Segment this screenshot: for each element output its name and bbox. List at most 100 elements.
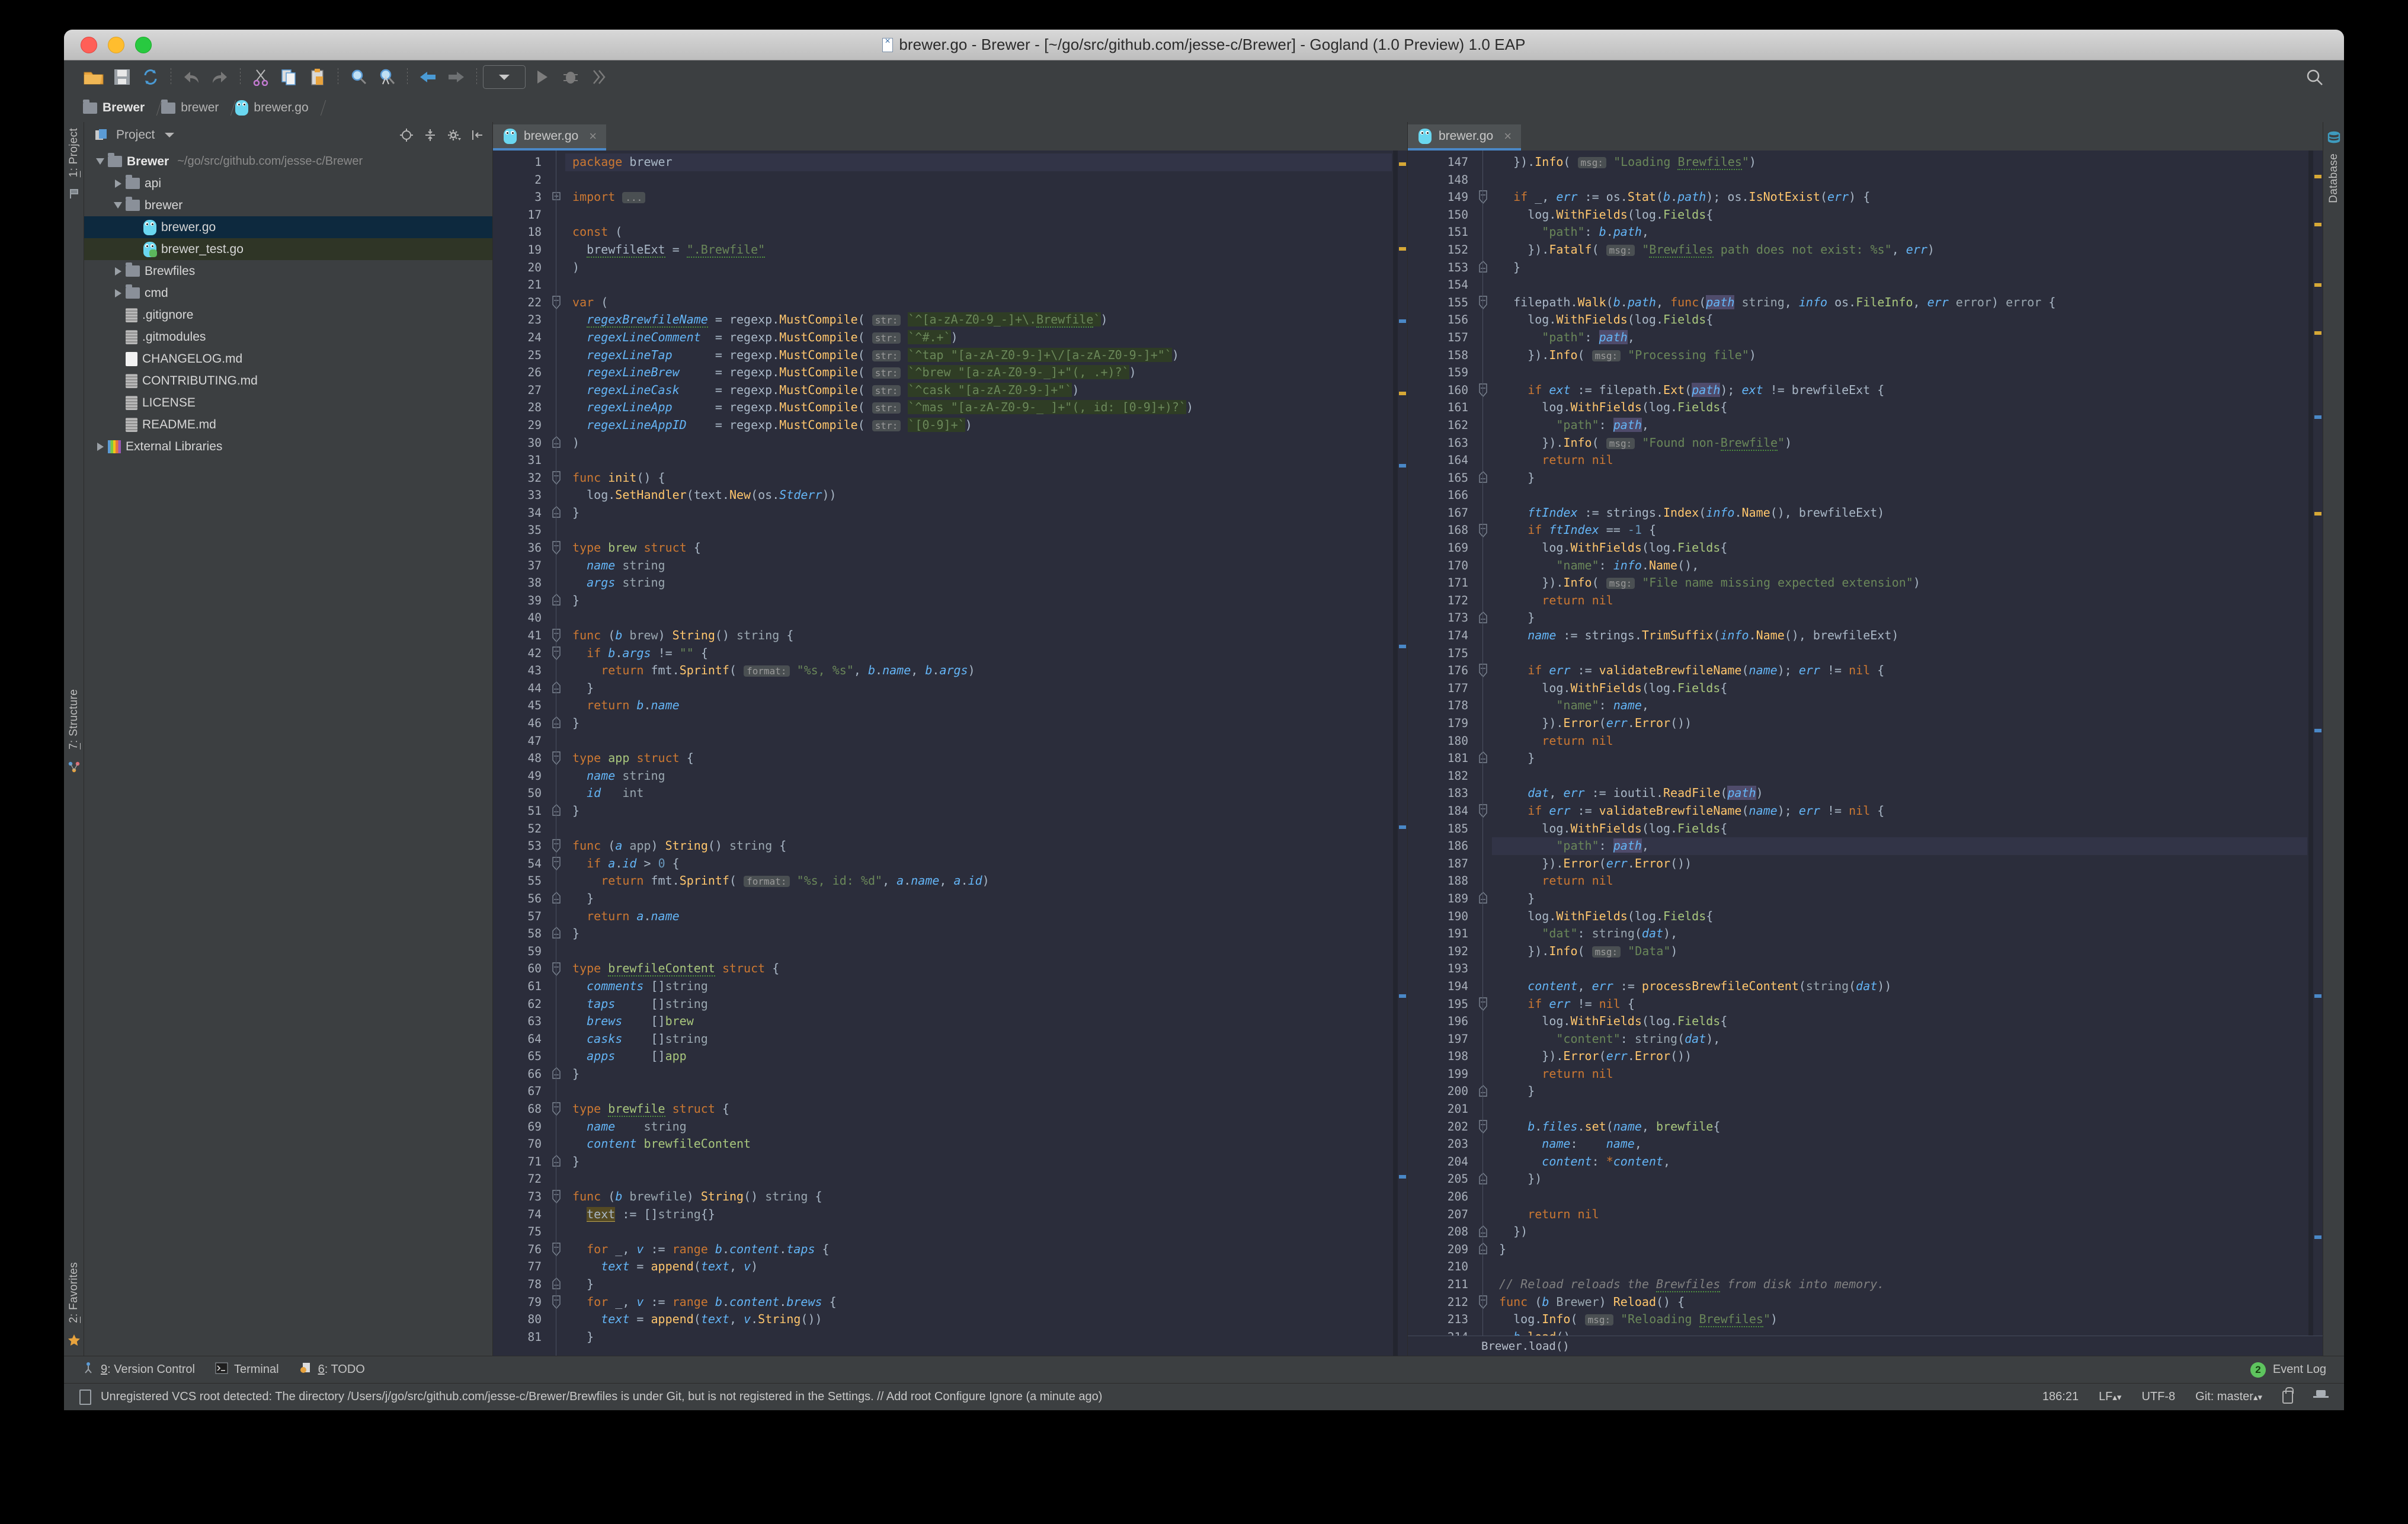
fold-collapse-icon[interactable] bbox=[1478, 995, 1488, 1013]
code-line[interactable]: var ( bbox=[565, 294, 1392, 312]
code-line[interactable]: return fmt.Sprintf( format: "%s, %s", b.… bbox=[565, 662, 1392, 680]
code-line[interactable]: "name": info.Name(), bbox=[1492, 557, 2307, 575]
code-line[interactable] bbox=[565, 171, 1392, 189]
fold-collapse-icon[interactable] bbox=[1478, 1224, 1488, 1241]
fold-collapse-icon[interactable] bbox=[1478, 750, 1488, 767]
chevron-right-icon[interactable] bbox=[97, 442, 104, 451]
tool-window-todo[interactable]: 6: TODO bbox=[299, 1362, 365, 1378]
tree-item-changelog-md[interactable]: CHANGELOG.md bbox=[84, 348, 492, 370]
fold-collapse-icon[interactable] bbox=[551, 539, 562, 557]
code-line[interactable] bbox=[1492, 486, 2307, 504]
error-stripe-mark[interactable] bbox=[1399, 391, 1406, 395]
fold-collapse-icon[interactable] bbox=[1478, 382, 1488, 399]
code-line[interactable]: // Reload reloads the Brewfiles from dis… bbox=[1492, 1276, 2307, 1294]
code-line[interactable]: import ... bbox=[565, 188, 1392, 206]
code-line[interactable]: } bbox=[565, 925, 1392, 943]
code-line[interactable]: name: name, bbox=[1492, 1135, 2307, 1153]
code-line[interactable]: log.Info( msg: "Reloading Brewfiles") bbox=[1492, 1311, 2307, 1328]
code-line[interactable]: log.WithFields(log.Fields{ bbox=[1492, 1013, 2307, 1030]
fold-collapse-icon[interactable] bbox=[1478, 802, 1488, 820]
code-line[interactable]: dat, err := ioutil.ReadFile(path) bbox=[1492, 785, 2307, 802]
error-stripe-mark[interactable] bbox=[1399, 1174, 1406, 1179]
code-line[interactable]: } bbox=[565, 1065, 1392, 1083]
fold-collapse-icon[interactable] bbox=[551, 1065, 562, 1083]
code-line[interactable] bbox=[1492, 1188, 2307, 1206]
fold-collapse-icon[interactable] bbox=[551, 890, 562, 908]
sidebar-item-structure[interactable]: 7: Structure bbox=[68, 689, 81, 750]
code-line[interactable]: "path": path, bbox=[1492, 329, 2307, 347]
copy-icon[interactable] bbox=[275, 63, 303, 91]
chevron-down-icon[interactable] bbox=[161, 126, 178, 144]
code-line[interactable]: id int bbox=[565, 785, 1392, 802]
code-line[interactable]: return a.name bbox=[565, 908, 1392, 926]
code-line[interactable] bbox=[565, 609, 1392, 627]
paste-icon[interactable] bbox=[303, 63, 332, 91]
fold-collapse-icon[interactable] bbox=[1478, 1241, 1488, 1259]
fold-collapse-icon[interactable] bbox=[1478, 662, 1488, 680]
code-line[interactable]: } bbox=[1492, 469, 2307, 487]
tree-item-readme-md[interactable]: README.md bbox=[84, 414, 492, 436]
code-line[interactable] bbox=[1492, 1100, 2307, 1118]
tree-item-brewfiles[interactable]: Brewfiles bbox=[84, 260, 492, 282]
scrollbar-track[interactable] bbox=[1393, 151, 1398, 1356]
code-line[interactable]: log.WithFields(log.Fields{ bbox=[1492, 539, 2307, 557]
code-line[interactable]: }).Info( msg: "File name missing expecte… bbox=[1492, 574, 2307, 592]
tool-window-version-control[interactable]: 9: Version Control bbox=[82, 1362, 195, 1378]
chevron-down-icon[interactable] bbox=[114, 202, 122, 209]
code-line[interactable]: } bbox=[565, 715, 1392, 732]
settings-gear-icon[interactable] bbox=[445, 126, 463, 144]
sidebar-item-database[interactable]: Database bbox=[2327, 153, 2340, 203]
fold-collapse-icon[interactable] bbox=[1478, 1294, 1488, 1311]
fold-collapse-icon[interactable] bbox=[551, 925, 562, 943]
fold-collapse-icon[interactable] bbox=[1478, 469, 1488, 487]
status-message-icon[interactable] bbox=[79, 1389, 91, 1405]
code-line[interactable]: const ( bbox=[565, 223, 1392, 241]
close-icon[interactable]: × bbox=[1504, 129, 1512, 144]
line-separator[interactable]: LF▴▾ bbox=[2099, 1390, 2121, 1404]
fold-collapse-icon[interactable] bbox=[551, 1294, 562, 1311]
code-line[interactable]: if err := validateBrewfileName(name); er… bbox=[1492, 662, 2307, 680]
fold-collapse-icon[interactable] bbox=[551, 750, 562, 767]
fold-collapse-icon[interactable] bbox=[1478, 1171, 1488, 1189]
code-line[interactable] bbox=[1492, 767, 2307, 785]
redo-icon[interactable] bbox=[206, 63, 234, 91]
code-line[interactable] bbox=[1492, 1258, 2307, 1276]
fold-collapse-icon[interactable] bbox=[551, 294, 562, 312]
code-line[interactable]: return nil bbox=[1492, 452, 2307, 469]
code-line[interactable]: log.WithFields(log.Fields{ bbox=[1492, 311, 2307, 329]
code-line[interactable]: } bbox=[565, 802, 1392, 820]
code-line[interactable]: func (b Brewer) Reload() { bbox=[1492, 1294, 2307, 1311]
code-content-left[interactable]: package brewer import ... const ( brewfi… bbox=[565, 151, 1392, 1356]
tree-item-cmd[interactable]: cmd bbox=[84, 282, 492, 304]
code-line[interactable]: package brewer bbox=[565, 153, 1392, 171]
inspector-hat-icon[interactable] bbox=[2313, 1389, 2329, 1404]
code-line[interactable] bbox=[565, 1170, 1392, 1188]
replace-icon[interactable] bbox=[373, 63, 401, 91]
tree-item-brewer[interactable]: Brewer ~/go/src/github.com/jesse-c/Brewer bbox=[84, 151, 492, 172]
code-line[interactable]: func (a app) String() string { bbox=[565, 837, 1392, 855]
code-line[interactable]: regexLineAppID = regexp.MustCompile( str… bbox=[565, 417, 1392, 434]
code-line[interactable]: return fmt.Sprintf( format: "%s, id: %d"… bbox=[565, 872, 1392, 890]
code-line[interactable]: }).Error(err.Error()) bbox=[1492, 715, 2307, 732]
code-line[interactable]: } bbox=[565, 592, 1392, 610]
tree-item-api[interactable]: api bbox=[84, 172, 492, 194]
code-line[interactable]: b.files.set(name, brewfile{ bbox=[1492, 1118, 2307, 1136]
database-icon[interactable] bbox=[2327, 130, 2341, 148]
caret-position[interactable]: 186:21 bbox=[2042, 1390, 2079, 1404]
fold-collapse-icon[interactable] bbox=[551, 680, 562, 697]
undo-icon[interactable] bbox=[177, 63, 206, 91]
code-line[interactable] bbox=[565, 1223, 1392, 1241]
tree-item--gitmodules[interactable]: .gitmodules bbox=[84, 326, 492, 348]
code-line[interactable]: } bbox=[1492, 609, 2307, 627]
code-line[interactable]: return nil bbox=[1492, 732, 2307, 750]
fold-collapse-icon[interactable] bbox=[1478, 610, 1488, 627]
code-line[interactable] bbox=[1492, 276, 2307, 294]
coverage-icon[interactable] bbox=[585, 63, 613, 91]
cut-icon[interactable] bbox=[246, 63, 275, 91]
code-line[interactable]: content brewfileContent bbox=[565, 1135, 1392, 1153]
code-line[interactable]: content: *content, bbox=[1492, 1153, 2307, 1171]
chevron-right-icon[interactable] bbox=[114, 267, 121, 276]
code-line[interactable]: if err := validateBrewfileName(name); er… bbox=[1492, 802, 2307, 820]
fold-collapse-icon[interactable] bbox=[1478, 890, 1488, 908]
code-line[interactable] bbox=[1492, 960, 2307, 978]
